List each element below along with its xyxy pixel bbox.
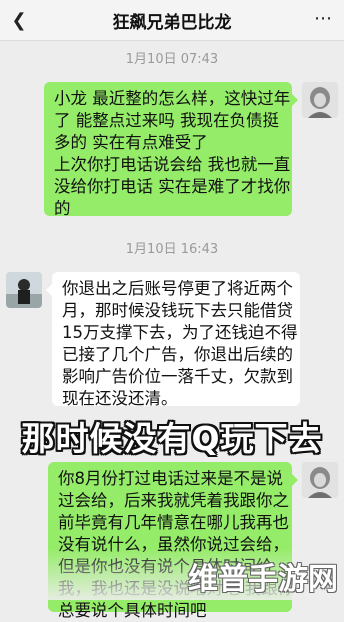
message-line: 已接了几个广告，你退出后续的	[62, 345, 293, 364]
message-timestamp: 1月10日 07:43	[125, 52, 219, 67]
message-line: 小龙 最近整的怎么样，这快过年	[54, 89, 291, 108]
avatar-self-image	[302, 462, 338, 498]
message-line: 的	[54, 199, 71, 218]
chat-title: 狂飙兄弟巴比龙	[112, 13, 232, 33]
message-line: 前毕竟有几年情意在哪儿我再也	[58, 513, 289, 532]
message-line: 没给你打电话 实在是难了才找你	[54, 177, 291, 196]
message-timestamp: 1月10日 16:43	[125, 242, 219, 257]
more-dots-icon: ⋯	[314, 8, 332, 29]
message-line: 你8月份打过电话过来是不是说	[58, 469, 283, 488]
message-line: 没有说什么，虽然你说过会给，	[58, 535, 289, 554]
more-button[interactable]: ⋯	[310, 6, 336, 32]
message-line: 多的 实在有点难受了	[54, 133, 208, 152]
avatar-self[interactable]	[302, 462, 338, 498]
message-line: 月，那时候没钱玩下去只能借贷	[62, 301, 293, 320]
message-line: 你退出之后账号停更了将近两个	[62, 279, 293, 298]
message-line: 上次你打电话说会给 我也就一直	[54, 155, 291, 174]
message-bubble-received[interactable]: 你退出之后账号停更了将近两个 月，那时候没钱玩下去只能借贷 15万支撑下去，为了…	[46, 272, 300, 408]
message-bubble-sent[interactable]: 小龙 最近整的怎么样，这快过年 了 能整点过来吗 我现在负债挺 多的 实在有点难…	[44, 82, 298, 218]
message-line: 15万支撑下去，为了还钱迫不得	[62, 323, 298, 342]
message-line: 了 能整点过来吗 我现在负债挺	[54, 111, 279, 130]
message-line: 过会给，后来我就凭着我跟你之	[58, 491, 289, 510]
avatar-self-image	[302, 82, 338, 118]
message-line: 总要说个具体时间吧	[58, 601, 207, 620]
message-line: 现在还没还清。	[62, 389, 178, 408]
message-line: 影响广告价位一落千丈，欠款到	[62, 367, 293, 386]
chat-header: ❮ 狂飙兄弟巴比龙 ⋯	[0, 0, 344, 41]
avatar-contact[interactable]	[6, 272, 42, 308]
avatar-contact-image	[6, 272, 42, 308]
site-watermark: 维普手游网	[188, 562, 338, 597]
video-caption-overlay: 那时候没有Q玩下去	[21, 419, 323, 458]
avatar-self[interactable]	[302, 82, 338, 118]
